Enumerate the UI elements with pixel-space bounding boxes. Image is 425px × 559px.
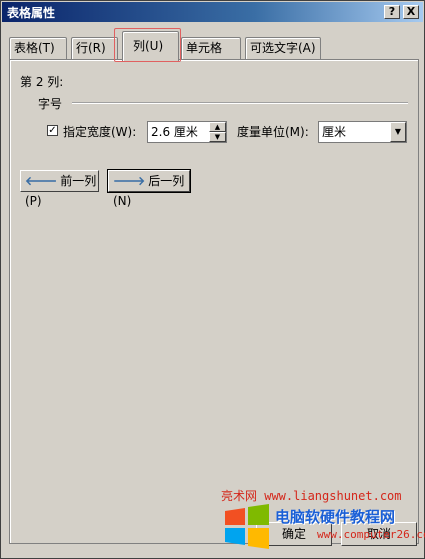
group-label: 字号: [38, 97, 63, 111]
specify-width-checkbox[interactable]: ✓: [47, 125, 58, 136]
column-section-title: 第 2 列:: [20, 75, 64, 89]
arrow-right-icon: 🡒: [113, 174, 146, 188]
tab-alt-text[interactable]: 可选文字(A): [245, 37, 321, 59]
tab-row[interactable]: 行(R): [71, 37, 118, 59]
close-button[interactable]: X: [403, 5, 419, 19]
watermark-site-text: 亮术网 www.liangshunet.com: [221, 489, 402, 503]
dialog-title: 表格属性: [7, 6, 56, 20]
watermark-url-text: www.computer26.com: [317, 528, 425, 541]
title-bar: 表格属性 ? X: [2, 2, 423, 22]
prev-column-button[interactable]: 🡐 前一列(P): [20, 170, 99, 208]
column-panel: 第 2 列: 字号 ✓ 指定宽度(W): 2.6 厘米 ▲ ▼ 度量单位(M):…: [9, 59, 419, 544]
chevron-down-icon[interactable]: ▼: [390, 122, 406, 142]
width-spinner: ▲ ▼: [209, 122, 226, 142]
tab-strip: 表格(T) 行(R) 列(U) 单元格(E) 可选文字(A): [9, 31, 419, 75]
measure-unit-label: 度量单位(M):: [237, 125, 309, 139]
next-column-button[interactable]: 🡒 后一列(N): [107, 169, 191, 208]
arrow-left-icon: 🡐: [25, 174, 58, 188]
spin-up-icon[interactable]: ▲: [209, 122, 226, 132]
tab-table[interactable]: 表格(T): [9, 37, 67, 59]
tab-highlight-box: [114, 28, 181, 62]
group-divider: [72, 102, 408, 104]
specify-width-label: 指定宽度(W):: [63, 125, 137, 139]
table-properties-dialog: 表格属性 ? X 表格(T) 行(R) 列(U) 单元格(E) 可选文字(A) …: [0, 0, 425, 559]
spin-down-icon[interactable]: ▼: [209, 132, 226, 142]
windows-logo-icon: [225, 504, 269, 549]
tab-cell[interactable]: 单元格(E): [181, 37, 241, 75]
help-button[interactable]: ?: [384, 5, 400, 19]
watermark-brand-text: 电脑软硬件教程网: [275, 508, 396, 526]
